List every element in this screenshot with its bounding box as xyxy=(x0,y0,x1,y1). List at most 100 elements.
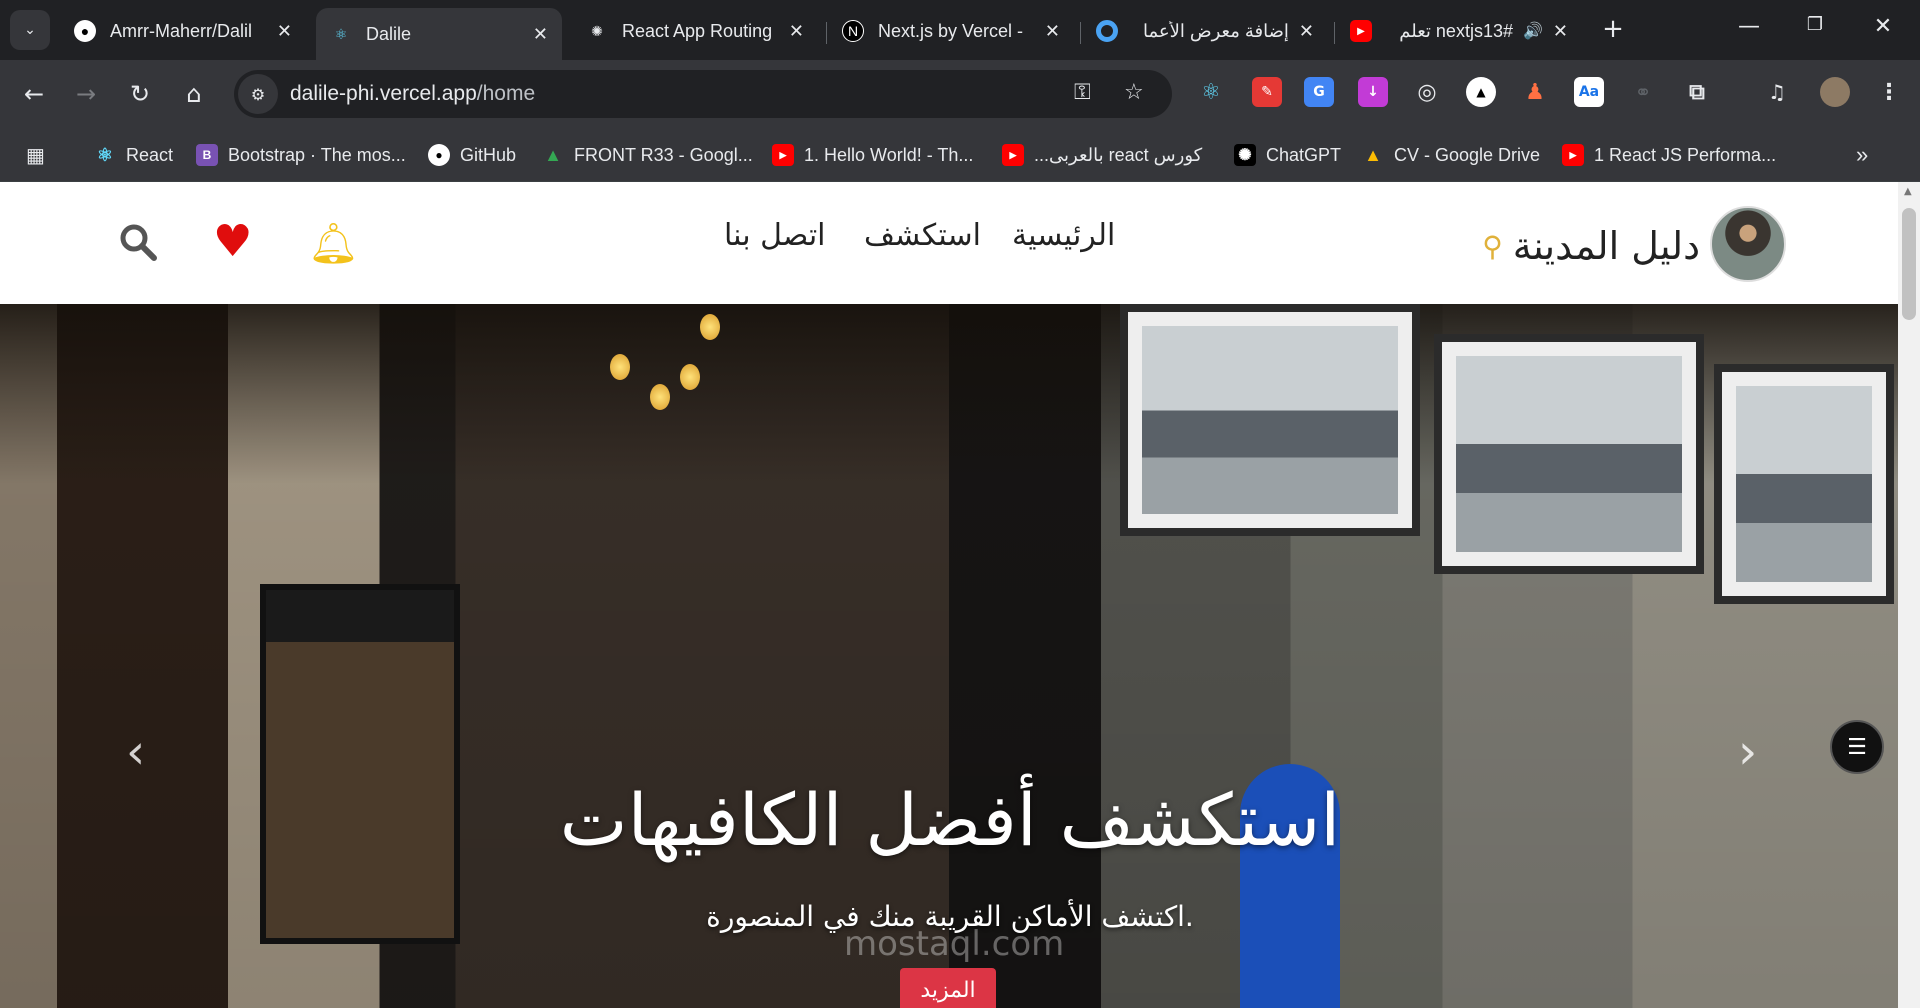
close-icon[interactable]: ✕ xyxy=(789,21,804,42)
tab-title: nextjs13# تعلم xyxy=(1399,20,1513,41)
tab-title: Next.js by Vercel - xyxy=(878,20,1024,41)
tab-separator xyxy=(1334,22,1335,44)
nav-link-home[interactable]: الرئيسية xyxy=(1012,218,1115,253)
url-text[interactable]: dalile-phi.vercel.app/home xyxy=(290,82,535,106)
arrow-left-icon: ← xyxy=(23,80,45,108)
tab-search-button[interactable]: ⌄ xyxy=(10,10,50,50)
media-icon[interactable]: ♫ xyxy=(1762,77,1792,107)
arrow-right-icon: → xyxy=(75,80,97,108)
chevron-right-icon[interactable]: › xyxy=(1738,724,1757,780)
bookmark-cv-drive[interactable]: ▲ CV - Google Drive xyxy=(1362,140,1540,170)
star-icon[interactable]: ☆ xyxy=(1124,80,1144,105)
new-tab-button[interactable]: + xyxy=(1598,14,1628,44)
site-info-icon[interactable]: ⚙ xyxy=(238,74,278,114)
hero-subtitle: .اكتشف الأماكن القريبة منك في المنصورة xyxy=(706,900,1194,933)
close-icon[interactable]: ✕ xyxy=(1045,21,1060,42)
apps-icon[interactable]: ▦ xyxy=(26,140,45,170)
youtube-icon: ▶ xyxy=(1562,144,1584,166)
bookmark-bootstrap[interactable]: B Bootstrap · The mos... xyxy=(196,140,406,170)
tab-youtube-nextjs[interactable]: ▶ nextjs13# تعلم 🔊 ✕ xyxy=(1336,8,1582,54)
target-icon[interactable]: ◎ xyxy=(1412,77,1442,107)
tab-title: إضافة معرض الأعما xyxy=(1142,20,1289,41)
chevron-left-icon[interactable]: ‹ xyxy=(126,724,145,780)
more-bookmarks-icon[interactable]: » xyxy=(1856,140,1868,170)
extensions-icon[interactable]: ⧉ xyxy=(1682,77,1712,107)
bookmark-react[interactable]: ⚛ React xyxy=(94,140,173,170)
more-button[interactable]: المزيد xyxy=(900,968,996,1008)
close-icon[interactable]: ✕ xyxy=(1553,21,1568,42)
reload-icon: ↻ xyxy=(129,80,151,108)
home-button[interactable]: ⌂ xyxy=(176,76,212,112)
bookmark-chatgpt[interactable]: ✺ ChatGPT xyxy=(1234,140,1341,170)
page-scrollbar[interactable]: ▲ xyxy=(1898,182,1920,1008)
scroll-up-icon[interactable]: ▲ xyxy=(1904,186,1912,197)
tab-portfolio[interactable]: إضافة معرض الأعما ✕ xyxy=(1082,8,1328,54)
address-bar[interactable]: ⚙ dalile-phi.vercel.app/home ⚿ ☆ xyxy=(234,70,1172,118)
brand-text: دليل المدينة xyxy=(1512,224,1700,268)
location-pin-icon: ⚲ xyxy=(1482,229,1503,263)
speaker-icon[interactable]: 🔊 xyxy=(1523,21,1543,41)
scroll-thumb[interactable] xyxy=(1902,208,1916,320)
bookmark-github[interactable]: ● GitHub xyxy=(428,140,516,170)
tab-github[interactable]: ● Amrr-Maherr/Dalil ✕ xyxy=(60,8,306,54)
youtube-icon: ▶ xyxy=(1002,144,1024,166)
key-icon[interactable]: ⚿ xyxy=(1074,80,1091,105)
menu-icon[interactable]: ⋮ xyxy=(1874,77,1904,107)
profile-avatar[interactable] xyxy=(1820,77,1850,107)
tab-dalile[interactable]: ⚛ Dalile ✕ xyxy=(316,8,562,60)
close-window-button[interactable]: ✕ xyxy=(1868,14,1898,39)
bookmark-label: Bootstrap · The mos... xyxy=(228,144,406,165)
close-icon[interactable]: ✕ xyxy=(533,24,548,45)
drinks-fridge xyxy=(260,584,460,944)
bookmark-label: 1 React JS Performa... xyxy=(1594,144,1777,165)
reload-button[interactable]: ↻ xyxy=(122,76,158,112)
close-icon[interactable]: ✕ xyxy=(277,21,292,42)
site-brand[interactable]: دليل المدينة ⚲ xyxy=(1470,224,1700,268)
extension-pen-icon[interactable]: ✎ xyxy=(1252,77,1282,107)
nav-link-explore[interactable]: استكشف xyxy=(864,218,981,253)
tab-react-routing[interactable]: ✺ React App Routing ✕ xyxy=(572,8,818,54)
bookmark-react-course[interactable]: ▶ كورس react بالعربى... xyxy=(1002,140,1202,170)
github-icon: ● xyxy=(428,144,450,166)
font-icon[interactable]: Aa xyxy=(1574,77,1604,107)
bookmark-hello-world[interactable]: ▶ 1. Hello World! - Th... xyxy=(772,140,973,170)
nav-link-contact[interactable]: اتصل بنا xyxy=(724,218,826,253)
back-button[interactable]: ← xyxy=(16,76,52,112)
filter-list-icon[interactable]: ☰ xyxy=(1830,720,1884,774)
tab-separator xyxy=(826,22,827,44)
tab-strip: ⌄ ● Amrr-Maherr/Dalil ✕ ⚛ Dalile ✕ ✺ Rea… xyxy=(0,0,1920,60)
minimize-button[interactable]: — xyxy=(1734,14,1764,39)
forward-button[interactable]: → xyxy=(68,76,104,112)
bookmark-label: CV - Google Drive xyxy=(1394,144,1541,165)
react-icon: ⚛ xyxy=(96,144,114,165)
close-icon[interactable]: ✕ xyxy=(1299,21,1314,42)
bookmark-label: ChatGPT xyxy=(1266,144,1342,165)
react-devtools-icon[interactable]: ⚛ xyxy=(1196,77,1226,107)
bookmark-react-performance[interactable]: ▶ 1 React JS Performa... xyxy=(1562,140,1776,170)
home-icon: ⌂ xyxy=(186,80,202,108)
bookmark-label: FRONT R33 - Googl... xyxy=(574,144,753,165)
blue-circle-icon xyxy=(1096,20,1118,42)
google-drive-icon: ▲ xyxy=(1364,144,1382,165)
bell-icon[interactable]: 🔔︎ xyxy=(308,220,359,267)
google-drive-icon: ▲ xyxy=(544,144,562,165)
react-icon: ⚛ xyxy=(334,25,348,42)
bookmarks-bar: ▦ ⚛ React B Bootstrap · The mos... ● GitHub… xyxy=(0,128,1920,182)
figure-icon[interactable]: ♟ xyxy=(1520,77,1550,107)
youtube-icon: ▶ xyxy=(1350,20,1372,42)
tab-nextjs[interactable]: N Next.js by Vercel - ✕ xyxy=(828,8,1074,54)
search-icon[interactable] xyxy=(118,222,158,262)
download-icon[interactable]: ↓ xyxy=(1358,77,1388,107)
heart-icon[interactable]: ♥ xyxy=(213,216,252,267)
hero-carousel: mostaql.com استكشف أفضل الكافيهات .اكتشف… xyxy=(0,304,1898,1008)
tab-title: Dalile xyxy=(366,23,412,44)
web-page: دليل المدينة ⚲ الرئيسية استكشف اتصل بنا … xyxy=(0,182,1898,1008)
bookmark-front-r33[interactable]: ▲ FRONT R33 - Googl... xyxy=(542,140,753,170)
site-navbar: دليل المدينة ⚲ الرئيسية استكشف اتصل بنا … xyxy=(0,182,1898,304)
restore-button[interactable]: ❐ xyxy=(1800,14,1830,35)
triangle-icon[interactable]: ▲ xyxy=(1466,77,1496,107)
translate-icon[interactable]: G xyxy=(1304,77,1334,107)
chatgpt-icon: ✺ xyxy=(1234,144,1256,166)
user-avatar[interactable] xyxy=(1710,206,1786,282)
link-icon[interactable]: ⚭ xyxy=(1628,77,1658,107)
